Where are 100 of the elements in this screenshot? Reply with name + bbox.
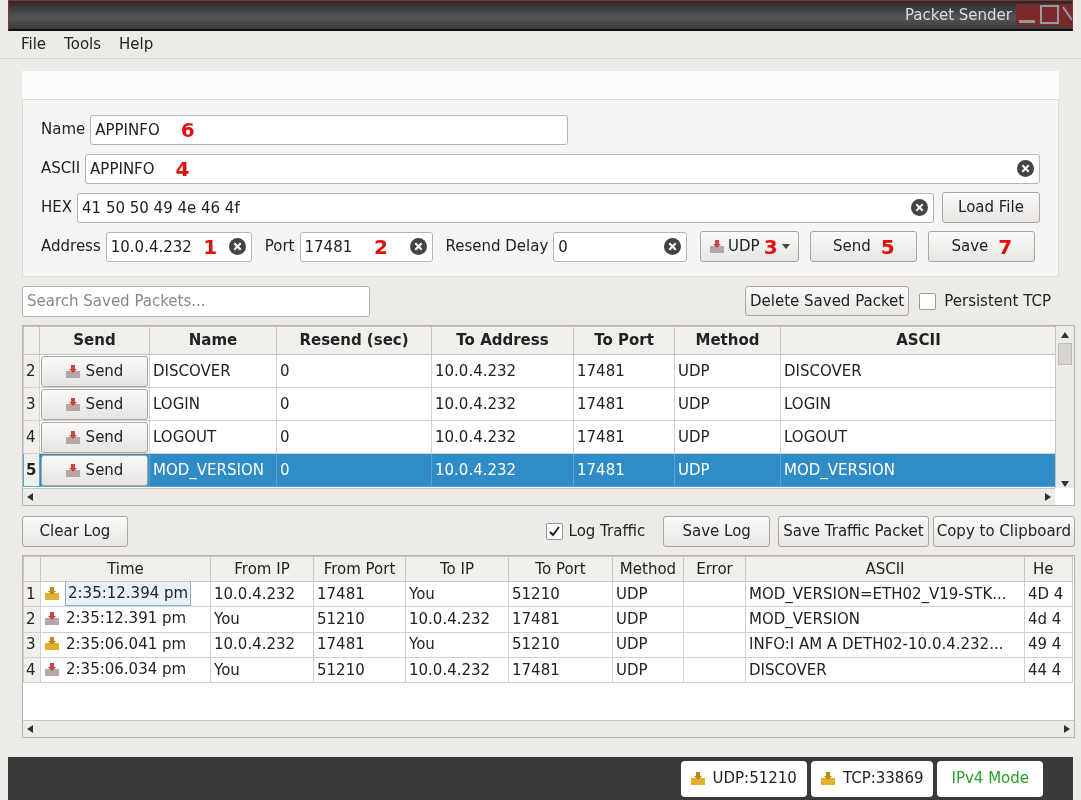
copy-button[interactable]: Copy to Clipboard (932, 515, 1075, 547)
column-header[interactable]: To IP (405, 556, 509, 582)
table-cell: MOD_VERSION (780, 453, 1057, 487)
table-cell: 17481 (508, 606, 613, 632)
column-header[interactable]: From Port (313, 556, 406, 582)
arrow-icon[interactable] (26, 493, 34, 501)
arrow-icon[interactable] (1044, 493, 1052, 501)
method-dropdown[interactable]: UDP 3 (700, 231, 800, 262)
clear-icon[interactable] (409, 238, 427, 255)
clear-icon[interactable] (228, 238, 246, 255)
table-cell: 17481 (313, 632, 406, 658)
input-field[interactable]: 41 50 50 49 4e 46 4f (77, 192, 934, 223)
save-log-button[interactable]: Save Log (663, 515, 771, 547)
table-cell: 10.0.4.232 (431, 387, 574, 421)
column-header[interactable]: Method (674, 326, 781, 355)
table-cell: 17481 (508, 657, 613, 683)
checkbox[interactable] (919, 292, 937, 310)
column-header[interactable]: Method (612, 556, 684, 582)
tray-icon (45, 612, 59, 625)
table-row[interactable]: 4 Send LOGOUT 0 10.0.4.232 17481 UDP LOGOUT (23, 420, 1057, 454)
column-header[interactable]: ASCII (745, 556, 1025, 582)
column-header[interactable]: ASCII (780, 326, 1057, 355)
table-cell: You (405, 581, 509, 607)
send-button[interactable]: Send (41, 454, 148, 486)
clear-icon[interactable] (1017, 160, 1034, 177)
column-header[interactable]: From IP (210, 556, 314, 582)
table-cell: 2:35:06.041 pm (66, 633, 187, 655)
tray-icon (65, 364, 80, 378)
column-header[interactable]: To Address (431, 326, 574, 355)
table-cell-text: 2:35:06.034 pm (66, 658, 187, 680)
clear-icon[interactable] (664, 238, 682, 255)
table-cell: 10.0.4.232 (210, 581, 314, 607)
field-label: Port (264, 236, 295, 258)
column-header[interactable]: Name (149, 326, 277, 355)
check-icon (548, 525, 560, 537)
scroll-thumb[interactable] (1058, 343, 1072, 365)
load-file-button[interactable]: Load File (942, 192, 1040, 223)
search-field[interactable]: Search Saved Packets... (22, 285, 370, 317)
horizontal-scrollbar[interactable] (23, 720, 1074, 737)
send-button[interactable]: Send (41, 388, 148, 420)
minimize-icon[interactable] (1016, 4, 1038, 26)
field-label: Resend Delay (445, 236, 549, 258)
table-cell: You (405, 632, 509, 658)
table-cell: 4d 4 (1024, 606, 1073, 632)
table-cell: 17481 (573, 354, 675, 388)
send-button[interactable]: Send (41, 355, 148, 387)
menu-item[interactable]: Tools (55, 33, 111, 56)
table-row[interactable]: 2 Send DISCOVER 0 10.0.4.232 17481 UDP DISCOVER (23, 354, 1057, 388)
row-number: 2 (23, 606, 41, 632)
tray-icon (45, 586, 59, 600)
table-row[interactable]: 5 Send MOD_VERSION 0 10.0.4.232 17481 UDP MOD_VERSION (23, 453, 1057, 487)
table-cell-text: 2:35:12.391 pm (66, 608, 187, 630)
save-button[interactable]: Save 7 (928, 231, 1036, 262)
table-cell: 10.0.4.232 (210, 632, 314, 658)
field-label: Address (41, 236, 101, 258)
clear-icon[interactable] (911, 199, 928, 216)
save-traffic-button[interactable]: Save Traffic Packet (778, 515, 929, 547)
checkbox[interactable] (545, 522, 563, 540)
table-cell: INFO:I AM A DETH02-10.0.4.232... (745, 632, 1025, 658)
arrow-icon[interactable] (26, 725, 34, 733)
column-header[interactable]: Time (40, 556, 211, 582)
column-header[interactable]: Error (683, 556, 746, 582)
tray-icon (710, 240, 725, 253)
caret-icon (781, 244, 790, 249)
annotation-number: 4 (175, 158, 190, 179)
field-label: ASCII (41, 158, 81, 180)
send-button[interactable]: Send 5 (810, 231, 918, 262)
column-header[interactable]: To Port (508, 556, 613, 582)
delete-button[interactable]: Delete Saved Packet (745, 286, 910, 316)
table-row[interactable]: 3 Send LOGIN 0 10.0.4.232 17481 UDP LOGIN (23, 387, 1057, 421)
tray-icon (45, 637, 59, 651)
column-header[interactable]: He (1024, 556, 1073, 582)
table-cell: You (210, 657, 314, 683)
table-cell: 0 (276, 453, 432, 487)
close-icon[interactable] (1062, 4, 1072, 26)
arrow-icon[interactable] (1061, 480, 1069, 488)
column-header[interactable]: Send (39, 326, 150, 355)
table-cell: UDP (674, 387, 781, 421)
horizontal-scrollbar[interactable] (23, 488, 1055, 505)
vertical-scrollbar[interactable] (1055, 326, 1074, 488)
table-cell: 51210 (313, 657, 406, 683)
row-number: 1 (23, 581, 41, 607)
maximize-icon[interactable] (1038, 4, 1062, 26)
tray-icon (65, 463, 80, 477)
table-cell: UDP (674, 354, 781, 388)
input-field[interactable]: 0 (553, 231, 688, 262)
arrow-icon[interactable] (1063, 725, 1071, 733)
table-cell: 51210 (313, 606, 406, 632)
send-button[interactable]: Send (41, 421, 148, 453)
menu-item[interactable]: Help (110, 33, 163, 56)
clear-log-button[interactable]: Clear Log (22, 515, 128, 547)
menu-item[interactable]: File (12, 33, 56, 56)
arrow-icon[interactable] (1061, 330, 1069, 339)
table-cell: 10.0.4.232 (405, 657, 509, 683)
table-cell: DISCOVER (149, 354, 277, 388)
table-cell: 2:35:12.394 pm (66, 582, 191, 605)
column-header[interactable]: To Port (573, 326, 675, 355)
column-header[interactable]: Resend (sec) (276, 326, 432, 355)
row-number: 4 (23, 420, 40, 454)
tray-icon (65, 430, 80, 444)
